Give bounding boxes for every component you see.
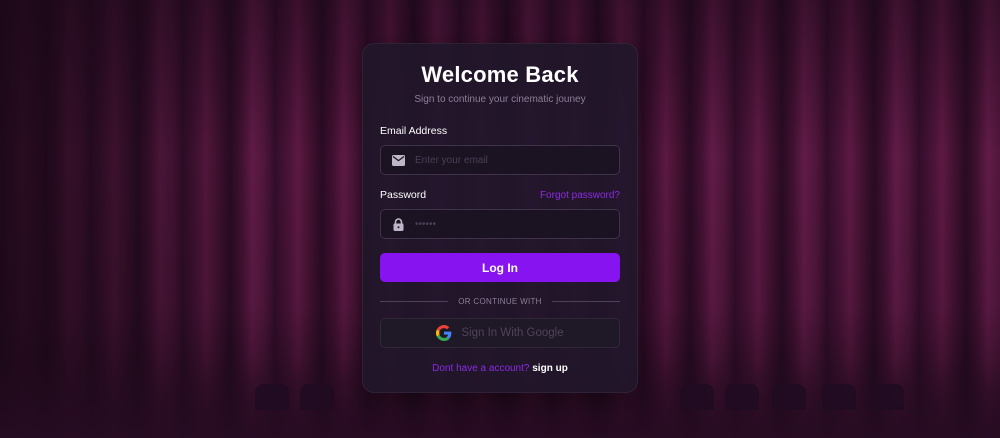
password-field-wrapper[interactable] (380, 209, 620, 239)
divider-line (380, 301, 449, 302)
theater-seat (255, 384, 289, 410)
google-button-label: Sign In With Google (461, 327, 564, 339)
google-icon (436, 325, 452, 341)
page-title: Welcome Back (421, 62, 579, 87)
password-input[interactable] (413, 217, 609, 231)
theater-seat (870, 384, 904, 410)
email-field-wrapper[interactable] (380, 145, 620, 175)
login-card: Welcome Back Sign to continue your cinem… (362, 43, 638, 393)
signup-prompt: Dont have a account? sign up (380, 363, 620, 374)
lock-icon (391, 217, 405, 231)
login-button[interactable]: Log In (380, 253, 620, 282)
email-label: Email Address (380, 125, 448, 137)
theater-seat (822, 384, 856, 410)
page-subtitle: Sign to continue your cinematic jouney (414, 94, 586, 105)
divider: OR CONTINUE WITH (380, 297, 620, 306)
mail-icon (391, 153, 405, 167)
google-signin-button[interactable]: Sign In With Google (380, 318, 620, 348)
forgot-password-link[interactable]: Forgot password? (540, 190, 620, 201)
theater-seat (680, 384, 714, 410)
divider-line (551, 301, 620, 302)
email-group: Email Address (380, 125, 620, 175)
password-group: Password Forgot password? (380, 189, 620, 239)
divider-text: OR CONTINUE WITH (458, 297, 542, 306)
theater-seat (772, 384, 806, 410)
signup-prompt-text: Dont have a account? (432, 363, 530, 374)
email-input[interactable] (413, 153, 609, 167)
theater-seat (725, 384, 759, 410)
theater-seat (300, 384, 334, 410)
password-label: Password (380, 189, 427, 201)
signup-link[interactable]: sign up (532, 363, 568, 374)
